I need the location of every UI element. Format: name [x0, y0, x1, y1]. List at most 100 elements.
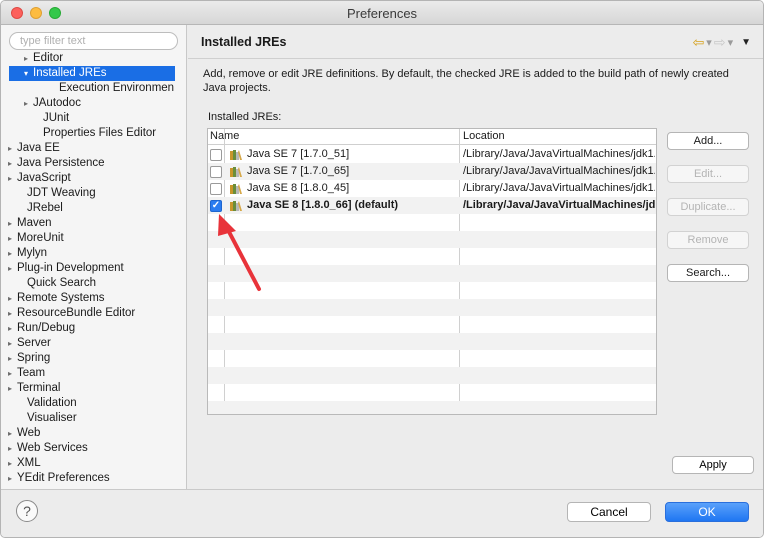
- collapsed-arrow-icon[interactable]: ▸: [8, 321, 17, 336]
- tree-item[interactable]: ▸ Team: [1, 366, 186, 381]
- collapsed-arrow-icon[interactable]: ▸: [24, 96, 33, 111]
- collapsed-arrow-icon[interactable]: ▸: [8, 471, 17, 486]
- tree-item-label: Web: [17, 427, 41, 439]
- table-row[interactable]: Java SE 7 [1.7.0_65] /Library/Java/JavaVi…: [208, 163, 656, 180]
- tree-item-label: Java EE: [17, 142, 60, 154]
- apply-button[interactable]: Apply: [672, 456, 754, 474]
- back-dropdown-icon[interactable]: ▾: [706, 36, 712, 49]
- collapsed-arrow-icon[interactable]: ▸: [8, 141, 17, 156]
- tree-item[interactable]: JDT Weaving: [1, 186, 186, 201]
- expanded-arrow-icon[interactable]: ▾: [24, 66, 33, 81]
- empty-table-row: [208, 316, 656, 333]
- tree-item[interactable]: ▸ Remote Systems: [1, 291, 186, 306]
- jre-location: /Library/Java/JavaVirtualMachines/jdk1.8…: [463, 199, 655, 211]
- forward-dropdown-icon[interactable]: ▾: [728, 36, 734, 49]
- tree-item[interactable]: ▸ Spring: [1, 351, 186, 366]
- tree-item-label: Terminal: [17, 382, 61, 394]
- collapsed-arrow-icon[interactable]: ▸: [8, 426, 17, 441]
- tree-item[interactable]: JUnit: [1, 111, 186, 126]
- tree-item[interactable]: ▸ Server: [1, 336, 186, 351]
- collapsed-arrow-icon[interactable]: ▸: [8, 306, 17, 321]
- tree-item-label: JUnit: [43, 112, 70, 124]
- search-button[interactable]: Search...: [667, 264, 749, 282]
- default-jre-checkbox[interactable]: [210, 149, 222, 161]
- tree-item-label: Spring: [17, 352, 51, 364]
- default-jre-checkbox[interactable]: [210, 183, 222, 195]
- view-menu-icon[interactable]: ▼: [741, 37, 751, 48]
- help-icon[interactable]: ?: [16, 500, 38, 522]
- tree-item[interactable]: Execution Environmen: [1, 81, 186, 96]
- tree-item[interactable]: ▸ Java EE: [1, 141, 186, 156]
- tree-item-label: Plug-in Development: [17, 262, 124, 274]
- collapsed-arrow-icon[interactable]: ▸: [8, 336, 17, 351]
- collapsed-arrow-icon[interactable]: ▸: [8, 351, 17, 366]
- jre-name: Java SE 7 [1.7.0_51]: [247, 148, 350, 160]
- table-header: Name Location: [208, 129, 656, 145]
- tree-item-label: Visualiser: [27, 412, 77, 424]
- window-title: Preferences: [346, 6, 418, 21]
- tree-item[interactable]: ▸ Run/Debug: [1, 321, 186, 336]
- tree-item[interactable]: ▸ Java Persistence: [1, 156, 186, 171]
- tree-item[interactable]: ▸ Editor: [1, 51, 186, 66]
- tree-item[interactable]: ▸ ResourceBundle Editor: [1, 306, 186, 321]
- tree-item[interactable]: ▸ Plug-in Development: [1, 261, 186, 276]
- forward-arrow-icon[interactable]: ⇨: [714, 34, 726, 51]
- collapsed-arrow-icon[interactable]: ▸: [8, 291, 17, 306]
- edit-button[interactable]: Edit...: [667, 165, 749, 183]
- tree-item[interactable]: Validation: [1, 396, 186, 411]
- empty-table-row: [208, 350, 656, 367]
- tree-item[interactable]: ▸ Terminal: [1, 381, 186, 396]
- tree-item-label: Validation: [27, 397, 77, 409]
- ok-button[interactable]: OK: [665, 502, 749, 522]
- tree-item[interactable]: ▸ MoreUnit: [1, 231, 186, 246]
- collapsed-arrow-icon[interactable]: ▸: [8, 381, 17, 396]
- tree-item[interactable]: Properties Files Editor: [1, 126, 186, 141]
- duplicate-button[interactable]: Duplicate...: [667, 198, 749, 216]
- tree-item[interactable]: ▸ YEdit Preferences: [1, 471, 186, 486]
- collapsed-arrow-icon[interactable]: ▸: [24, 51, 33, 66]
- collapsed-arrow-icon[interactable]: ▸: [8, 246, 17, 261]
- tree-item[interactable]: ▾ Installed JREs: [9, 66, 175, 81]
- jre-library-icon: [230, 150, 242, 160]
- tree-item[interactable]: ▸ Web Services: [1, 441, 186, 456]
- empty-table-row: [208, 333, 656, 350]
- tree-item-label: Quick Search: [27, 277, 97, 289]
- tree-item-label: Web Services: [17, 442, 88, 454]
- collapsed-arrow-icon[interactable]: ▸: [8, 261, 17, 276]
- tree-item[interactable]: JRebel: [1, 201, 186, 216]
- back-arrow-icon[interactable]: ⇦: [693, 34, 705, 51]
- add-button[interactable]: Add...: [667, 132, 749, 150]
- tree-item[interactable]: ▸ Mylyn: [1, 246, 186, 261]
- jre-name: Java SE 8 [1.8.0_45]: [247, 182, 350, 194]
- default-jre-checkbox[interactable]: ✓: [210, 200, 222, 212]
- column-header-location[interactable]: Location: [463, 130, 505, 142]
- collapsed-arrow-icon[interactable]: ▸: [8, 441, 17, 456]
- tree-item-label: Editor: [33, 52, 64, 64]
- collapsed-arrow-icon[interactable]: ▸: [8, 156, 17, 171]
- default-jre-checkbox[interactable]: [210, 166, 222, 178]
- collapsed-arrow-icon[interactable]: ▸: [8, 216, 17, 231]
- installed-jres-page: Installed JREs ⇦ ▾ ⇨ ▾ ▼ Add, remove or …: [188, 25, 763, 489]
- collapsed-arrow-icon[interactable]: ▸: [8, 231, 17, 246]
- tree-item[interactable]: Quick Search: [1, 276, 186, 291]
- tree-item-label: JAutodoc: [33, 97, 81, 109]
- cancel-button[interactable]: Cancel: [567, 502, 651, 522]
- table-row[interactable]: Java SE 7 [1.7.0_51] /Library/Java/JavaVi…: [208, 146, 656, 163]
- collapsed-arrow-icon[interactable]: ▸: [8, 171, 17, 186]
- collapsed-arrow-icon[interactable]: ▸: [8, 456, 17, 471]
- empty-table-row: [208, 367, 656, 384]
- tree-item[interactable]: ▸ JAutodoc: [1, 96, 186, 111]
- table-row[interactable]: ✓ Java SE 8 [1.8.0_66] (default) /Library/…: [208, 197, 656, 214]
- table-row[interactable]: Java SE 8 [1.8.0_45] /Library/Java/JavaVi…: [208, 180, 656, 197]
- tree-item-label: JDT Weaving: [27, 187, 96, 199]
- filter-input[interactable]: [9, 32, 178, 50]
- tree-item[interactable]: ▸ Maven: [1, 216, 186, 231]
- collapsed-arrow-icon[interactable]: ▸: [8, 366, 17, 381]
- tree-item[interactable]: ▸ XML: [1, 456, 186, 471]
- tree-item-label: Properties Files Editor: [43, 127, 157, 139]
- tree-item-label: Run/Debug: [17, 322, 76, 334]
- tree-item[interactable]: ▸ JavaScript: [1, 171, 186, 186]
- tree-item[interactable]: Visualiser: [1, 411, 186, 426]
- remove-button[interactable]: Remove: [667, 231, 749, 249]
- tree-item[interactable]: ▸ Web: [1, 426, 186, 441]
